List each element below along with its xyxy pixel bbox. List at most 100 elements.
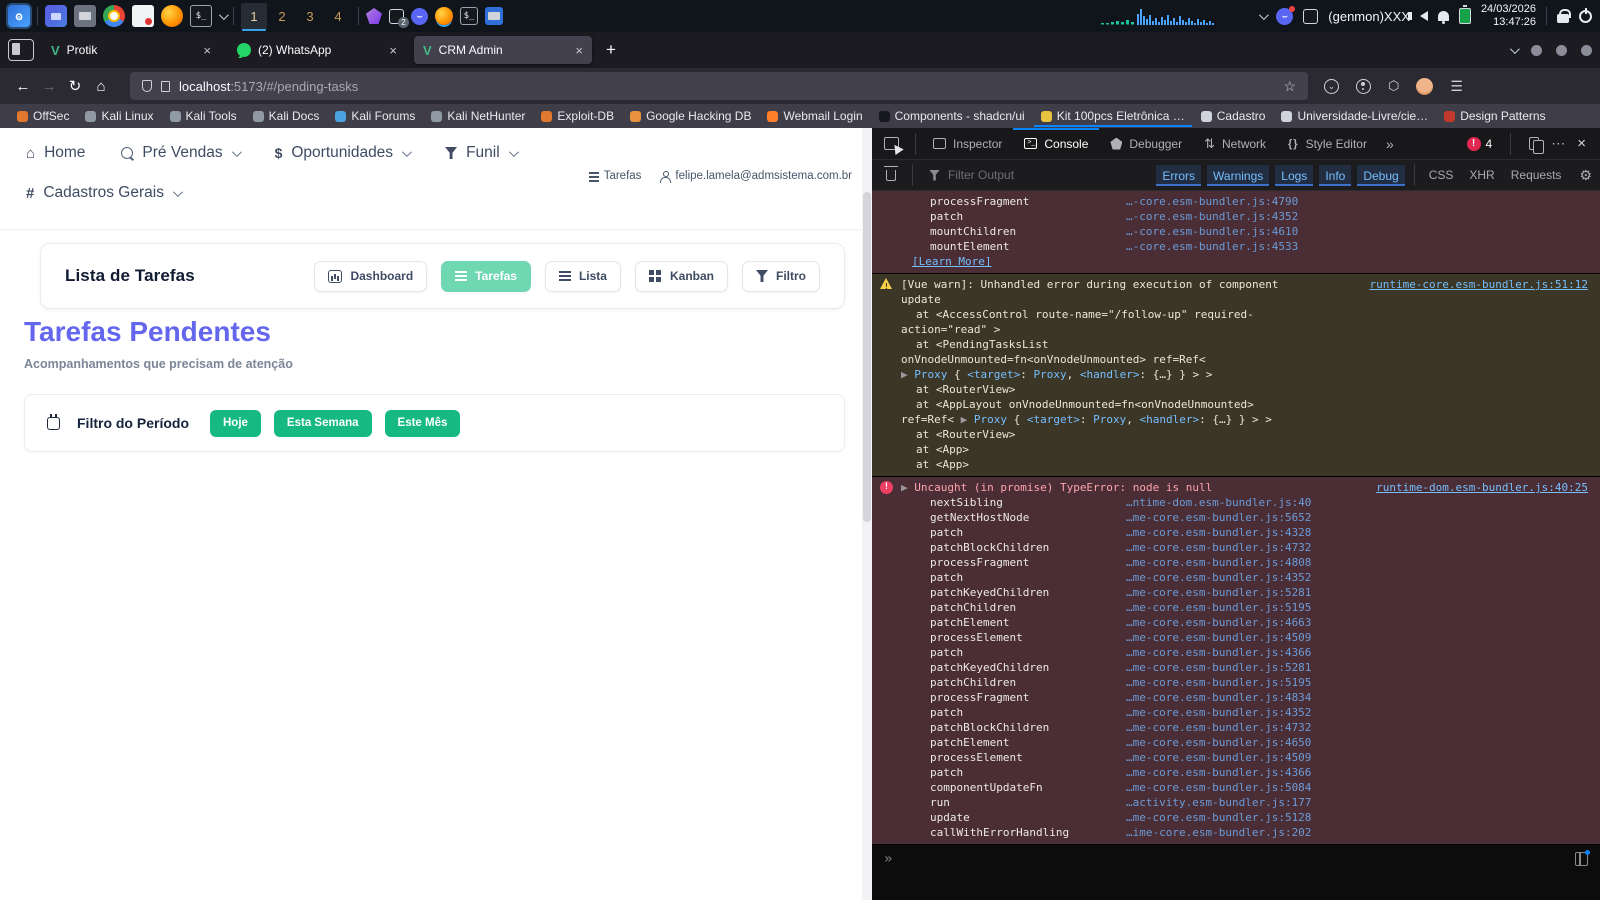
bookmark-item[interactable]: Kali Docs [246, 105, 327, 127]
nav-item-oportunidades[interactable]: $ Oportunidades [275, 144, 412, 162]
forward-button[interactable]: → [36, 78, 62, 95]
folder-tray-icon[interactable] [485, 7, 503, 25]
filter-toggle-errors[interactable]: Errors [1156, 164, 1202, 186]
bookmark-item[interactable]: Kali Tools [163, 105, 244, 127]
browser-tab[interactable]: V CRM Admin × [414, 36, 592, 64]
nav-item-home[interactable]: ⌂ Home [26, 144, 85, 162]
filter-toggle-debug[interactable]: Debug [1357, 164, 1405, 186]
firefox-launcher-icon[interactable] [161, 5, 183, 27]
tray-app-icon[interactable]: 2 [389, 8, 409, 28]
frame-location[interactable]: …activity.esm-bundler.js:177 [1126, 795, 1311, 810]
bookmark-item[interactable]: Kali NetHunter [424, 105, 532, 127]
source-link[interactable]: runtime-core.esm-bundler.js:51:12 [1369, 277, 1588, 292]
bookmark-item[interactable]: Cadastro [1194, 105, 1273, 127]
site-info-icon[interactable] [161, 80, 170, 92]
discord-tray-icon[interactable] [411, 7, 428, 25]
user-email[interactable]: felipe.lamela@admsistema.com.br [659, 170, 852, 183]
app-launcher-icon[interactable] [45, 5, 67, 27]
bookmark-star-icon[interactable]: ☆ [1283, 78, 1296, 95]
firefox-tray-icon[interactable] [435, 7, 453, 25]
filter-toggle-info[interactable]: Info [1319, 164, 1352, 186]
frame-location[interactable]: …-core.esm-bundler.js:4790 [1126, 194, 1298, 209]
learn-more-link[interactable]: [Learn More] [912, 255, 991, 268]
frame-location[interactable]: …-core.esm-bundler.js:4533 [1126, 239, 1298, 254]
bookmark-item[interactable]: Webmail Login [760, 105, 869, 127]
filter-toggle-xhr[interactable]: XHR [1469, 168, 1494, 182]
reload-button[interactable]: ↻ [62, 77, 88, 95]
frame-location[interactable]: …me-core.esm-bundler.js:4509 [1126, 750, 1311, 765]
browser-tab[interactable]: V Protik × [42, 36, 220, 64]
tracking-protection-icon[interactable] [142, 80, 152, 92]
period-button-hoje[interactable]: Hoje [210, 409, 261, 437]
bookmark-item[interactable]: Kali Forums [328, 105, 422, 127]
error-count-badge[interactable]: ! 4 [1466, 136, 1492, 151]
console-input-row[interactable]: » [872, 845, 1600, 873]
filter-toggle-css[interactable]: CSS [1429, 168, 1454, 182]
text-editor-icon[interactable] [132, 5, 154, 27]
bookmark-item[interactable]: OffSec [10, 105, 76, 127]
frame-location[interactable]: …ntime-dom.esm-bundler.js:40 [1126, 495, 1311, 510]
view-button-tarefas[interactable]: Tarefas [441, 260, 531, 292]
lock-screen-icon[interactable] [1557, 9, 1571, 23]
url-bar[interactable]: localhost:5173/#/pending-tasks ☆ [130, 72, 1308, 100]
frame-location[interactable]: …me-core.esm-bundler.js:4366 [1126, 765, 1311, 780]
frame-location[interactable]: …me-core.esm-bundler.js:4808 [1126, 555, 1311, 570]
kali-menu-icon[interactable]: 𐍈 [6, 3, 32, 29]
console-output[interactable]: processFragment …-core.esm-bundler.js:479… [872, 191, 1600, 900]
bookmark-item[interactable]: Universidade-Livre/cie… [1274, 105, 1435, 127]
frame-location[interactable]: …me-core.esm-bundler.js:5195 [1126, 600, 1311, 615]
notifications-icon[interactable] [1437, 11, 1449, 24]
back-button[interactable]: ← [10, 78, 36, 95]
firefox-view-icon[interactable] [8, 39, 34, 61]
frame-location[interactable]: …me-core.esm-bundler.js:4663 [1126, 615, 1311, 630]
clock[interactable]: 24/03/2026 13:47:26 [1481, 3, 1536, 29]
launcher-dropdown-icon[interactable] [218, 9, 229, 20]
period-button-esta-semana[interactable]: Esta Semana [273, 409, 372, 437]
account-icon[interactable] [1356, 78, 1371, 94]
devtools-tab-inspector[interactable]: Inspector [922, 128, 1013, 160]
period-button-este-mês[interactable]: Este Mês [384, 409, 461, 437]
workspace-4[interactable]: 4 [325, 3, 351, 29]
power-icon[interactable] [1579, 7, 1592, 23]
filter-toggle-requests[interactable]: Requests [1511, 168, 1562, 182]
devtools-tab-network[interactable]: ⇅ Network [1193, 128, 1277, 160]
profile-avatar[interactable] [1416, 77, 1434, 95]
filter-toggle-logs[interactable]: Logs [1275, 164, 1314, 186]
devtools-close-icon[interactable]: × [1577, 135, 1586, 152]
clear-console-icon[interactable] [884, 165, 898, 181]
home-button[interactable]: ⌂ [88, 78, 114, 95]
frame-location[interactable]: …me-core.esm-bundler.js:4834 [1126, 690, 1311, 705]
pick-element-icon[interactable] [884, 137, 899, 150]
bookmark-item[interactable]: Exploit-DB [534, 105, 621, 127]
minimize-button[interactable] [1531, 44, 1542, 56]
frame-location[interactable]: …me-core.esm-bundler.js:4509 [1126, 630, 1311, 645]
chrome-icon[interactable] [103, 5, 125, 27]
workspace-3[interactable]: 3 [297, 3, 323, 29]
browser-tab[interactable]: (2) WhatsApp × [228, 36, 406, 64]
filter-toggle-warnings[interactable]: Warnings [1207, 164, 1270, 186]
frame-location[interactable]: …me-core.esm-bundler.js:4352 [1126, 705, 1311, 720]
responsive-mode-icon[interactable] [1529, 137, 1545, 154]
list-tabs-icon[interactable] [1509, 43, 1520, 54]
bookmark-item[interactable]: Kit 100pcs Eletrônica … [1034, 105, 1192, 127]
terminal-tray-icon[interactable]: $_ [460, 7, 478, 25]
console-prompt[interactable]: » [884, 851, 892, 867]
view-button-filtro[interactable]: Filtro [742, 260, 820, 292]
frame-location[interactable]: …me-core.esm-bundler.js:5195 [1126, 675, 1311, 690]
discord-status-icon[interactable] [1276, 5, 1296, 25]
extensions-icon[interactable]: ⬡ [1388, 78, 1399, 94]
nav-item-pré-vendas[interactable]: Pré Vendas [121, 144, 242, 162]
frame-location[interactable]: …me-core.esm-bundler.js:4650 [1126, 735, 1311, 750]
obsidian-tray-icon[interactable] [366, 8, 382, 24]
frame-location[interactable]: …me-core.esm-bundler.js:5084 [1126, 780, 1311, 795]
package-tray-icon[interactable] [1303, 8, 1319, 24]
tray-expand-icon[interactable] [1259, 9, 1270, 20]
close-window-button[interactable] [1581, 44, 1592, 56]
frame-location[interactable]: …me-core.esm-bundler.js:4366 [1126, 645, 1311, 660]
view-button-kanban[interactable]: Kanban [634, 260, 728, 292]
devtools-menu-icon[interactable]: ⋯ [1551, 135, 1565, 152]
workspace-switcher[interactable]: 1234 [241, 3, 351, 29]
frame-location[interactable]: …me-core.esm-bundler.js:5128 [1126, 810, 1311, 825]
file-manager-icon[interactable] [74, 5, 96, 27]
workspace-1[interactable]: 1 [241, 3, 267, 29]
